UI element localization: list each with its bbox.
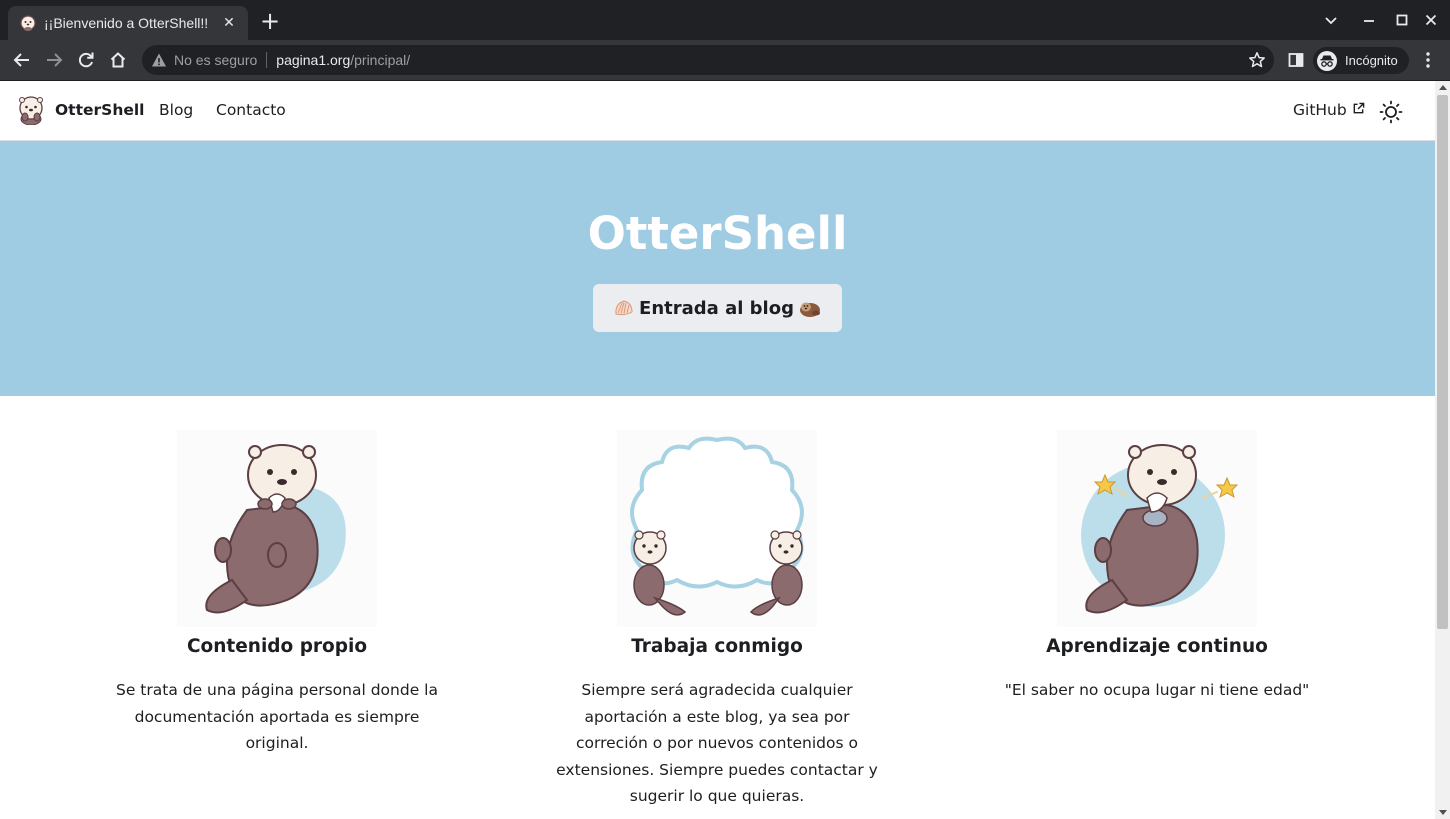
url-path: /principal/: [350, 52, 411, 68]
browser-tab[interactable]: ¡¡Bienvenido a OtterShell!! ✕: [8, 6, 248, 40]
github-link[interactable]: GitHub: [1293, 101, 1365, 119]
reload-icon[interactable]: [73, 47, 99, 73]
warning-triangle-icon[interactable]: [151, 52, 167, 68]
security-status[interactable]: No es seguro: [174, 52, 257, 68]
address-bar[interactable]: No es seguro pagina1.org/principal/: [142, 45, 1274, 75]
otter-holding-shell-illustration: [177, 430, 377, 627]
otter-favicon-icon: [20, 15, 36, 31]
bookmark-star-icon[interactable]: [1248, 51, 1266, 69]
brand-title: OtterShell: [55, 101, 145, 119]
browser-toolbar: No es seguro pagina1.org/principal/ Incó…: [0, 40, 1450, 81]
feature-title: Contenido propio: [186, 636, 368, 657]
page-scrollbar[interactable]: [1435, 81, 1450, 819]
tab-search-chevron-icon[interactable]: [1318, 8, 1344, 32]
maximize-icon[interactable]: [1389, 8, 1415, 32]
new-tab-icon[interactable]: +: [258, 9, 282, 34]
incognito-label: Incógnito: [1345, 53, 1398, 68]
address-divider: [266, 52, 268, 68]
feature-description: Se trata de una página personal donde la…: [116, 681, 438, 752]
page-viewport: OtterShell Blog Contacto GitHub OtterShe…: [0, 81, 1435, 819]
site-navbar: OtterShell Blog Contacto GitHub: [0, 81, 1435, 141]
scroll-down-arrow-icon[interactable]: [1439, 810, 1447, 815]
forward-arrow-icon[interactable]: [41, 47, 67, 73]
tab-title: ¡¡Bienvenido a OtterShell!!: [44, 15, 209, 31]
otter-with-stars-illustration: [1057, 430, 1257, 627]
otter-logo-icon: [19, 96, 43, 125]
sun-theme-toggle-icon[interactable]: [1378, 99, 1404, 125]
incognito-profile-button[interactable]: Incógnito: [1313, 47, 1409, 74]
github-label: GitHub: [1293, 101, 1347, 119]
nav-link-blog[interactable]: Blog: [159, 101, 193, 119]
feature-title: Trabaja conmigo: [631, 636, 803, 657]
home-icon[interactable]: [105, 47, 131, 73]
scrollbar-thumb[interactable]: [1437, 95, 1448, 629]
otter-emoji-icon: [799, 302, 820, 317]
url-host: pagina1.org: [276, 52, 351, 68]
shell-icon: [615, 300, 633, 316]
nav-link-contacto[interactable]: Contacto: [216, 101, 286, 119]
hero-title: OtterShell: [587, 207, 848, 260]
feature-description: Siempre será agradecida cualquier aporta…: [556, 681, 878, 805]
two-otters-cloud-illustration: [617, 430, 817, 627]
blog-entry-button[interactable]: Entrada al blog: [593, 284, 842, 332]
feature-description: "El saber no ocupa lugar ni tiene edad": [1004, 681, 1310, 699]
url-text[interactable]: pagina1.org/principal/: [276, 52, 410, 68]
feature-title: Aprendizaje continuo: [1046, 636, 1268, 657]
incognito-icon: [1317, 50, 1337, 71]
side-panel-icon[interactable]: [1283, 47, 1309, 73]
external-link-icon: [1353, 102, 1365, 113]
browser-tabstrip: ¡¡Bienvenido a OtterShell!! ✕ +: [0, 0, 1450, 40]
close-tab-icon[interactable]: ✕: [220, 15, 238, 31]
back-arrow-icon[interactable]: [9, 47, 35, 73]
minimize-icon[interactable]: [1356, 8, 1382, 32]
blog-entry-label: Entrada al blog: [639, 297, 794, 319]
hero-banner: OtterShell Entrada al blog: [0, 141, 1435, 396]
browser-menu-icon[interactable]: [1415, 47, 1441, 73]
close-window-icon[interactable]: [1418, 8, 1444, 32]
scroll-up-arrow-icon[interactable]: [1439, 85, 1447, 90]
brand-link[interactable]: OtterShell: [16, 95, 145, 125]
